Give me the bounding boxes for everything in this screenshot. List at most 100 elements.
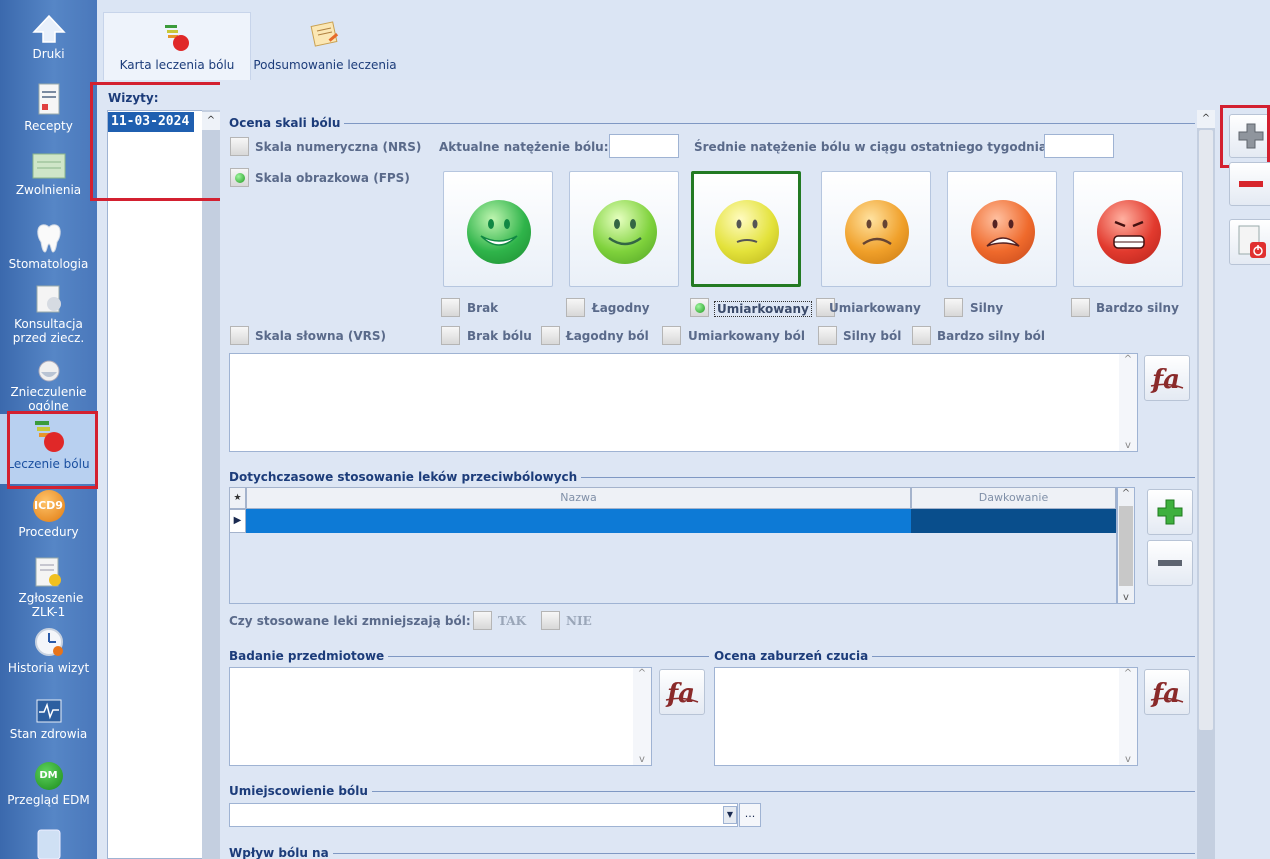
face-card-lagodny[interactable] xyxy=(569,171,679,287)
visits-list xyxy=(107,110,205,859)
face-card-silny[interactable] xyxy=(947,171,1057,287)
fps-radio[interactable] xyxy=(230,168,249,187)
fps-option-label: Łagodny xyxy=(592,301,650,315)
location-combobox[interactable] xyxy=(229,803,738,827)
tab-podsumowanie[interactable]: Podsumowanie leczenia xyxy=(251,12,399,80)
column-header-dawkowanie[interactable]: Dawkowanie xyxy=(911,487,1116,509)
icd9-icon: ICD9 xyxy=(32,490,65,522)
textarea-scrollbar[interactable]: ^ v xyxy=(633,668,651,765)
avg-pain-label: Średnie natężenie bólu w ciągu ostatnieg… xyxy=(694,140,1052,154)
vrs-umiarkowany-checkbox[interactable] xyxy=(662,326,681,345)
top-tab-bar: Karta leczenia bólu Podsumowanie leczeni… xyxy=(97,0,1270,80)
face-card-umiarkowany-1[interactable] xyxy=(691,171,801,287)
dropdown-arrow-icon[interactable]: ▼ xyxy=(723,806,737,824)
fps-lagodny-checkbox[interactable] xyxy=(566,298,585,317)
section-divider xyxy=(229,791,1195,792)
nav-more[interactable] xyxy=(0,828,97,859)
vrs-bardzo-silny-checkbox[interactable] xyxy=(912,326,931,345)
nav-procedury[interactable]: ICD9 Procedury xyxy=(0,490,97,539)
fps-option-label: Umiarkowany xyxy=(829,301,921,315)
text-template-icon: fa xyxy=(665,679,699,709)
fps-silny-checkbox[interactable] xyxy=(944,298,963,317)
fps-brak-checkbox[interactable] xyxy=(441,298,460,317)
vrs-brak-checkbox[interactable] xyxy=(441,326,460,345)
nav-znieczulenie[interactable]: Znieczulenie ogólne xyxy=(0,360,97,413)
text-template-icon: fa xyxy=(1150,365,1184,395)
vrs-option-label: Silny ból xyxy=(843,329,902,343)
meds-title: Dotychczasowe stosowanie leków przeciwbó… xyxy=(229,470,582,484)
report-icon xyxy=(35,557,61,587)
delete-record-button[interactable] xyxy=(1229,162,1270,206)
nav-druki[interactable]: Druki xyxy=(0,14,97,61)
nav-recepty[interactable]: Recepty xyxy=(0,82,97,133)
nav-label: Zgłoszenie ZLK-1 xyxy=(18,591,84,619)
up-arrow-icon xyxy=(31,14,66,43)
tak-label: TAK xyxy=(498,614,527,628)
nav-label: Przegląd EDM xyxy=(7,793,90,807)
fps-umiarkowany-radio[interactable] xyxy=(690,298,709,317)
nav-stomatologia[interactable]: Stomatologia xyxy=(0,222,97,271)
scroll-up-icon[interactable]: ^ xyxy=(1197,110,1215,128)
plus-icon xyxy=(1157,499,1183,525)
close-record-button[interactable] xyxy=(1229,219,1270,265)
vrs-silny-checkbox[interactable] xyxy=(818,326,837,345)
vrs-lagodny-checkbox[interactable] xyxy=(541,326,560,345)
exam-title: Badanie przedmiotowe xyxy=(229,649,389,663)
table-row-cell-nazwa[interactable] xyxy=(246,509,911,533)
minus-icon xyxy=(1239,181,1263,187)
nav-label: Konsultacja przed ziecz. xyxy=(12,317,85,345)
vrs-checkbox[interactable] xyxy=(230,326,249,345)
edm-icon: DM xyxy=(34,762,63,790)
pain-scale-title: Ocena skali bólu xyxy=(229,116,345,130)
visits-scrollbar[interactable]: ^ xyxy=(202,110,220,859)
face-card-brak[interactable] xyxy=(443,171,553,287)
tab-karta-leczenia[interactable]: Karta leczenia bólu xyxy=(103,12,251,80)
scroll-thumb[interactable] xyxy=(1119,506,1133,586)
nrs-checkbox[interactable] xyxy=(230,137,249,156)
nav-konsultacja[interactable]: Konsultacja przed ziecz. xyxy=(0,284,97,345)
exam-textarea[interactable]: ^ v xyxy=(229,667,652,766)
vrs-label: Skala słowna (VRS) xyxy=(255,329,386,343)
fps-bardzo-silny-checkbox[interactable] xyxy=(1071,298,1090,317)
nav-zgloszenie[interactable]: Zgłoszenie ZLK-1 xyxy=(0,556,97,619)
vrs-option-label: Brak bólu xyxy=(467,329,532,343)
notepad-icon xyxy=(310,21,339,47)
text-template-button[interactable]: fa xyxy=(1144,355,1190,401)
text-template-icon: fa xyxy=(1150,679,1184,709)
nie-checkbox[interactable] xyxy=(541,611,560,630)
nrs-label: Skala numeryczna (NRS) xyxy=(255,140,422,154)
add-record-button[interactable] xyxy=(1229,114,1270,158)
add-med-button[interactable] xyxy=(1147,489,1193,535)
scroll-thumb[interactable] xyxy=(1199,130,1213,730)
smiley-happy-icon xyxy=(593,200,657,264)
meds-question-label: Czy stosowane leki zmniejszają ból: xyxy=(229,614,471,628)
nav-przeglad-edm[interactable]: DM Przegląd EDM xyxy=(0,762,97,807)
impact-title: Wpływ bólu na xyxy=(229,846,333,859)
column-header-nazwa[interactable]: Nazwa xyxy=(246,487,911,509)
nav-zwolnienia[interactable]: Zwolnienia xyxy=(0,152,97,197)
face-card-umiarkowany-2[interactable] xyxy=(821,171,931,287)
pain-notes-textarea[interactable]: ^ v xyxy=(229,353,1138,452)
nav-label: Procedury xyxy=(18,525,79,539)
sensory-template-button[interactable]: fa xyxy=(1144,669,1190,715)
face-card-bardzo-silny[interactable] xyxy=(1073,171,1183,287)
nav-stan-zdrowia[interactable]: Stan zdrowia xyxy=(0,698,97,741)
grid-scrollbar[interactable]: ^ v xyxy=(1117,487,1135,604)
visit-item[interactable]: 11-03-2024 xyxy=(108,112,194,132)
remove-med-button[interactable] xyxy=(1147,540,1193,586)
textarea-scrollbar[interactable]: ^ v xyxy=(1119,668,1137,765)
avg-pain-input[interactable] xyxy=(1044,134,1114,158)
nav-historia[interactable]: Historia wizyt xyxy=(0,626,97,675)
current-pain-input[interactable] xyxy=(609,134,679,158)
form-scrollbar[interactable]: ^ xyxy=(1197,110,1215,859)
scroll-up-icon[interactable]: ^ xyxy=(202,112,220,130)
location-more-button[interactable]: ... xyxy=(739,803,761,827)
current-pain-label: Aktualne natężenie bólu: xyxy=(439,140,609,154)
sensory-textarea[interactable]: ^ v xyxy=(714,667,1138,766)
tak-checkbox[interactable] xyxy=(473,611,492,630)
textarea-scrollbar[interactable]: ^ v xyxy=(1119,354,1137,451)
table-row-cell-dawkowanie[interactable] xyxy=(911,509,1116,533)
vrs-option-label: Umiarkowany ból xyxy=(688,329,805,343)
nav-leczenie-bolu[interactable]: Leczenie bólu xyxy=(0,414,97,484)
exam-template-button[interactable]: fa xyxy=(659,669,705,715)
